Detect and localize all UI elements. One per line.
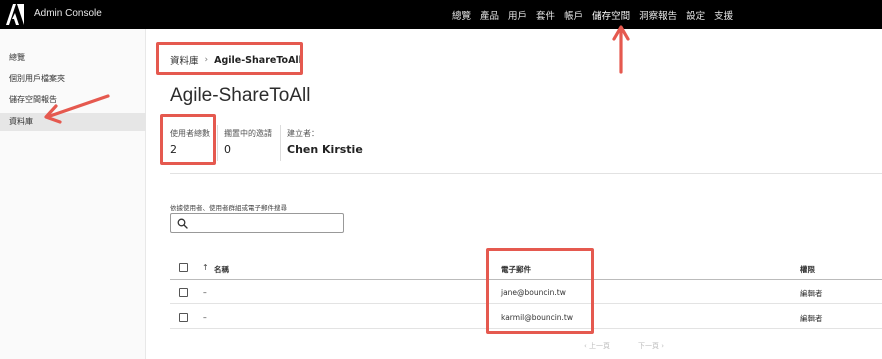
app-title[interactable]: Admin Console [34, 8, 102, 19]
search-label: 依據使用者、使用者群組或電子郵件搜尋 [170, 204, 287, 212]
sidebar: 總覽 個別用戶檔案夾 儲存空間報告 資料庫 [0, 29, 146, 359]
annotation-box-user-count [160, 114, 216, 165]
row-email: karmil@bouncin.tw [501, 313, 574, 322]
sort-ascending-icon[interactable]: ↑ [202, 263, 209, 272]
stat-divider [280, 125, 281, 161]
adobe-logo-icon[interactable] [6, 4, 24, 25]
column-header-email[interactable]: 電子郵件 [501, 264, 531, 275]
top-nav: 總覽 產品 用戶 套件 帳戶 儲存空間 洞察報告 設定 支援 [452, 8, 742, 22]
table-row: – jane@bouncin.tw 編輯者 [170, 280, 882, 304]
page-title: Agile-ShareToAll [170, 85, 311, 106]
row-name: – [203, 288, 207, 297]
nav-settings[interactable]: 設定 [686, 8, 705, 22]
nav-users[interactable]: 用戶 [508, 8, 527, 22]
search-input[interactable] [191, 216, 339, 230]
pagination-prev-button[interactable]: ‹ 上一頁 [584, 341, 610, 351]
nav-account[interactable]: 帳戶 [564, 8, 583, 22]
owner-value: Chen Kirstie [287, 143, 363, 156]
pagination-next-button[interactable]: 下一頁 › [638, 341, 664, 351]
user-count-value: 2 [170, 143, 177, 156]
breadcrumb: 資料庫 › Agile-ShareToAll [170, 53, 302, 68]
search-box[interactable] [170, 213, 344, 233]
sidebar-item-storage-reports[interactable]: 儲存空間報告 [0, 91, 146, 109]
user-count-label: 使用者總數 [170, 129, 210, 138]
nav-storage[interactable]: 儲存空間 [592, 8, 630, 22]
nav-packages[interactable]: 套件 [536, 8, 555, 22]
nav-support[interactable]: 支援 [714, 8, 733, 22]
select-all-checkbox[interactable] [179, 263, 188, 272]
table-header: ↑ 名稱 電子郵件 權限 [170, 258, 882, 280]
row-name: – [203, 313, 207, 322]
owner-label: 建立者： [287, 129, 319, 138]
table-row: – karmil@bouncin.tw 編輯者 [170, 305, 882, 329]
breadcrumb-current: Agile-ShareToAll [214, 54, 302, 66]
breadcrumb-parent[interactable]: 資料庫 [170, 53, 199, 67]
row-role[interactable]: 編輯者 [800, 313, 823, 324]
column-header-name[interactable]: 名稱 [214, 264, 229, 275]
nav-overview[interactable]: 總覽 [452, 8, 471, 22]
row-checkbox[interactable] [179, 313, 188, 322]
column-header-role[interactable]: 權限 [800, 264, 815, 275]
nav-products[interactable]: 產品 [480, 8, 499, 22]
search-icon [177, 218, 188, 229]
sidebar-item-overview[interactable]: 總覽 [0, 49, 146, 67]
section-divider [170, 173, 882, 174]
pending-invites-value: 0 [224, 143, 231, 156]
nav-insights[interactable]: 洞察報告 [639, 8, 677, 22]
row-email: jane@bouncin.tw [501, 288, 566, 297]
row-checkbox[interactable] [179, 288, 188, 297]
stat-divider [217, 125, 218, 161]
pending-invites-label: 擱置中的邀請 [224, 129, 272, 138]
row-role[interactable]: 編輯者 [800, 288, 823, 299]
breadcrumb-separator: › [204, 55, 209, 65]
sidebar-item-user-folders[interactable]: 個別用戶檔案夾 [0, 70, 146, 88]
sidebar-item-libraries[interactable]: 資料庫 [0, 113, 146, 131]
top-bar: Admin Console 總覽 產品 用戶 套件 帳戶 儲存空間 洞察報告 設… [0, 0, 882, 29]
